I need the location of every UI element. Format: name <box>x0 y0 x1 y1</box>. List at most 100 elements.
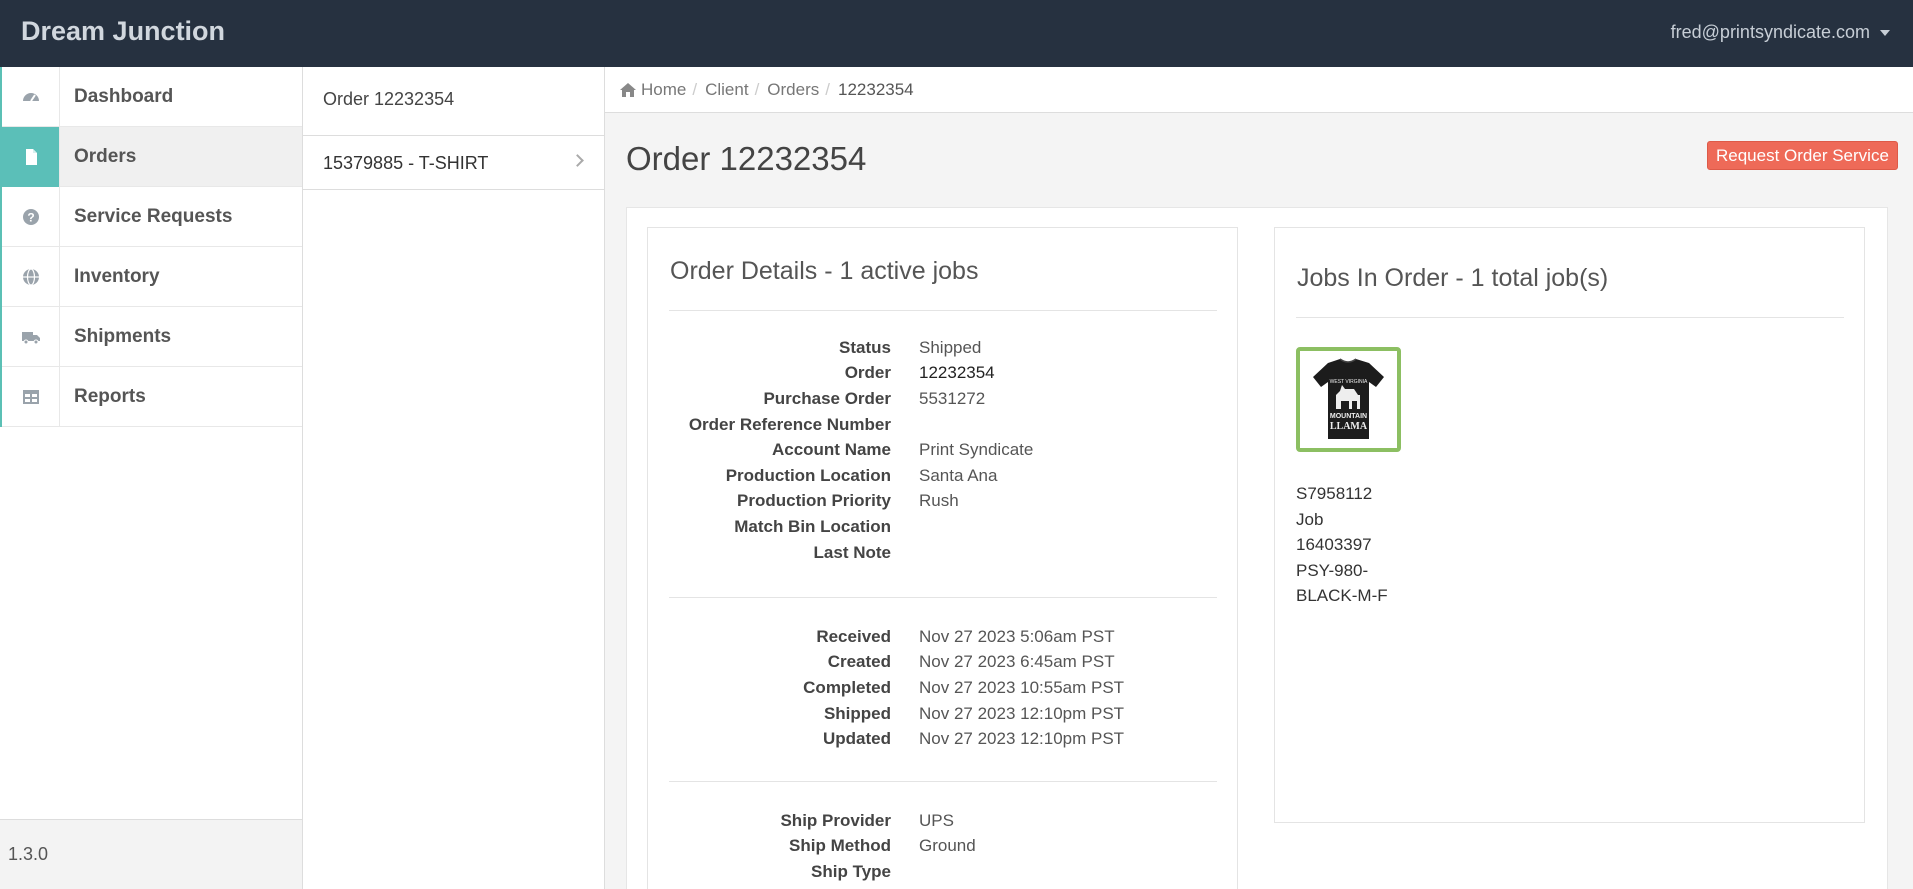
brand-logo[interactable]: Dream Junction <box>21 16 225 47</box>
date-row-created: Created Nov 27 2023 6:45am PST <box>648 650 1239 676</box>
date-row-completed: Completed Nov 27 2023 10:55am PST <box>648 675 1239 701</box>
field-label: Match Bin Location <box>734 516 891 536</box>
breadcrumb-separator: / <box>825 79 830 99</box>
job-label: Job <box>1296 509 1324 529</box>
top-navbar: Dream Junction fred@printsyndicate.com <box>0 0 1913 67</box>
user-menu[interactable]: fred@printsyndicate.com <box>1671 22 1890 43</box>
field-row-status: Status Shipped <box>648 335 1239 361</box>
jobs-panel: Jobs In Order - 1 total job(s) WEST VIRG… <box>1274 227 1865 823</box>
chevron-right-icon <box>571 154 584 167</box>
breadcrumb-separator: / <box>692 79 698 99</box>
field-value: 12232354 <box>919 363 995 383</box>
svg-text:?: ? <box>27 210 34 224</box>
app-version: 1.3.0 <box>8 844 49 864</box>
table-icon <box>0 366 60 427</box>
shipping-list: Ship Provider UPS Ship Method Ground Ship … <box>648 808 1239 885</box>
field-label: Order Reference Number <box>688 414 891 434</box>
order-fields-list: Status Shipped Order 12232354 Purchase Ord… <box>648 335 1239 565</box>
tshirt-image: WEST VIRGINIA MOUNTAIN LLAMA <box>1313 358 1384 439</box>
field-row-production-priority: Production Priority Rush <box>648 489 1239 515</box>
request-order-service-button[interactable]: Request Order Service <box>1707 141 1898 170</box>
sidebar-item-label: Dashboard <box>74 85 174 107</box>
shirt-print-bottom: LLAMA <box>1330 421 1368 432</box>
field-row-production-location: Production Location Santa Ana <box>648 463 1239 489</box>
sidebar-item-orders[interactable]: Orders <box>0 126 302 187</box>
job-thumbnail[interactable]: WEST VIRGINIA MOUNTAIN LLAMA <box>1296 347 1401 452</box>
sidebar-item-dashboard[interactable]: Dashboard <box>0 66 302 127</box>
field-label: Purchase Order <box>763 388 891 408</box>
breadcrumb: Home / Client / Orders / 12232354 <box>605 67 1913 113</box>
breadcrumb-home[interactable]: Home <box>641 80 686 100</box>
jobs-title: Jobs In Order - 1 total job(s) <box>1297 264 1609 292</box>
ship-row-provider: Ship Provider UPS <box>648 808 1239 834</box>
divider <box>1296 317 1844 318</box>
globe-icon <box>0 246 60 307</box>
field-row-order-reference: Order Reference Number <box>648 412 1239 438</box>
date-value: Nov 27 2023 12:10pm PST <box>919 703 1125 723</box>
field-value: 5531272 <box>919 388 986 408</box>
date-label: Shipped <box>823 703 891 723</box>
date-value: Nov 27 2023 10:55am PST <box>919 677 1125 697</box>
divider <box>669 781 1217 782</box>
ship-label: Ship Provider <box>780 810 891 830</box>
date-label: Completed <box>803 677 891 697</box>
field-value: Rush <box>919 491 959 511</box>
field-row-order: Order 12232354 <box>648 361 1239 387</box>
version-footer: 1.3.0 <box>0 819 302 889</box>
divider <box>669 310 1217 311</box>
date-value: Nov 27 2023 12:10pm PST <box>919 729 1125 749</box>
shirt-print-top: WEST VIRGINIA <box>1330 379 1368 385</box>
date-row-updated: Updated Nov 27 2023 12:10pm PST <box>648 726 1239 752</box>
job-info: S7958112 Job 16403397 PSY-980- BLACK-M-F <box>1296 481 1388 609</box>
home-icon[interactable] <box>619 82 637 98</box>
date-value: Nov 27 2023 5:06am PST <box>919 626 1115 646</box>
divider <box>669 597 1217 598</box>
sidebar: Dashboard Orders ? Service Requests Inve… <box>0 66 303 889</box>
breadcrumb-current: 12232354 <box>838 79 914 99</box>
subnav-job-item[interactable]: 15379885 - T-SHIRT <box>303 136 604 190</box>
main-content: Home / Client / Orders / 12232354 Order … <box>605 67 1913 889</box>
truck-icon <box>0 306 60 367</box>
ship-label: Ship Type <box>811 861 891 881</box>
breadcrumb-orders[interactable]: Orders <box>767 80 819 100</box>
field-label: Account Name <box>771 440 891 460</box>
ship-value: UPS <box>919 810 954 830</box>
sidebar-item-label: Reports <box>74 385 146 407</box>
date-value: Nov 27 2023 6:45am PST <box>919 652 1115 672</box>
field-label: Last Note <box>813 542 891 562</box>
order-subnav: Order 12232354 15379885 - T-SHIRT <box>303 67 605 889</box>
subnav-item-label: 15379885 - T-SHIRT <box>323 153 489 173</box>
job-product-code: PSY-980- <box>1296 560 1369 580</box>
job-number: 16403397 <box>1296 535 1372 555</box>
field-value: Print Syndicate <box>919 440 1034 460</box>
caret-down-icon[interactable] <box>1880 29 1890 36</box>
job-sku[interactable]: S7958112 <box>1296 481 1388 507</box>
field-label: Order <box>844 363 891 383</box>
sidebar-item-reports[interactable]: Reports <box>0 366 302 427</box>
date-label: Created <box>827 652 891 672</box>
field-row-last-note: Last Note <box>648 540 1239 566</box>
field-label: Status <box>839 337 891 357</box>
sidebar-item-inventory[interactable]: Inventory <box>0 246 302 307</box>
field-row-purchase-order: Purchase Order 5531272 <box>648 386 1239 412</box>
field-row-match-bin: Match Bin Location <box>648 514 1239 540</box>
page-title: Order 12232354 <box>626 140 867 177</box>
file-icon <box>0 126 60 187</box>
date-row-shipped: Shipped Nov 27 2023 12:10pm PST <box>648 701 1239 727</box>
sidebar-item-label: Service Requests <box>74 205 233 227</box>
breadcrumb-client[interactable]: Client <box>705 80 748 100</box>
job-product-code-cont: BLACK-M-F <box>1296 586 1388 606</box>
field-value: Santa Ana <box>919 465 998 485</box>
ship-row-method: Ship Method Ground <box>648 834 1239 860</box>
field-label: Production Priority <box>737 491 891 511</box>
field-value: Shipped <box>919 337 982 357</box>
sidebar-item-shipments[interactable]: Shipments <box>0 306 302 367</box>
subnav-title: Order 12232354 <box>303 67 604 136</box>
order-dates-list: Received Nov 27 2023 5:06am PST Created No… <box>648 624 1239 752</box>
user-email[interactable]: fred@printsyndicate.com <box>1671 22 1870 43</box>
order-content-box: Order Details - 1 active jobs Status Ship… <box>626 207 1888 889</box>
sidebar-item-label: Orders <box>74 145 137 167</box>
sidebar-item-service-requests[interactable]: ? Service Requests <box>0 186 302 247</box>
date-label: Updated <box>823 729 891 749</box>
ship-value: Ground <box>919 836 976 856</box>
